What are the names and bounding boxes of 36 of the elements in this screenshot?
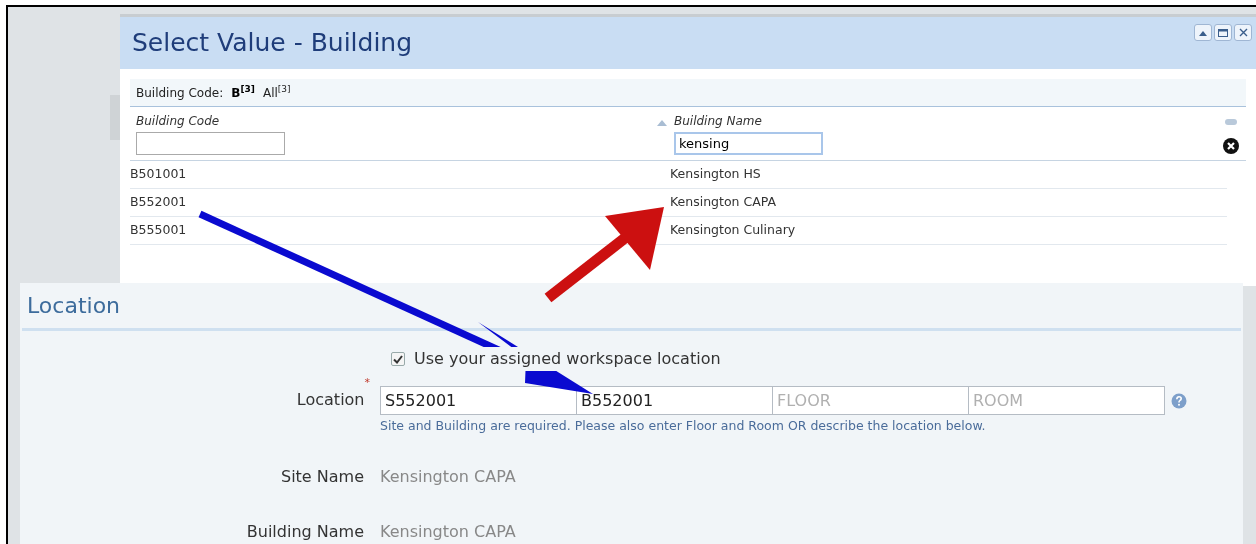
close-button[interactable]	[1234, 24, 1252, 41]
location-input[interactable]: B552001	[576, 386, 773, 415]
table-cell-text: Kensington HS	[669, 165, 762, 184]
maximize-button[interactable]	[1214, 24, 1232, 41]
field-value: Kensington CAPA	[380, 465, 516, 488]
location-input[interactable]: ROOM	[968, 386, 1165, 415]
field-value: Kensington CAPA	[380, 520, 516, 543]
filter-input[interactable]: kensing	[674, 132, 823, 155]
close-icon	[1238, 28, 1248, 37]
window-title: Select Value - Building	[132, 27, 413, 60]
table-cell-text: B552001	[130, 193, 188, 212]
location-input[interactable]: S552001	[380, 386, 577, 415]
section-title: Location	[27, 292, 121, 320]
column-header[interactable]: Building Name	[674, 112, 1216, 128]
field-label: Location	[296, 389, 365, 411]
table-cell-text: B501001	[130, 165, 188, 184]
collapse-button[interactable]	[1194, 24, 1212, 41]
scrollbar-thumb[interactable]	[110, 95, 120, 140]
checkbox-label: Use your assigned workspace location	[414, 347, 721, 371]
field-label: Site Name	[281, 465, 364, 488]
scroll-handle-icon[interactable]	[1225, 119, 1237, 125]
filter-label: Building Code:	[136, 84, 224, 102]
table-cell-text: Kensington CAPA	[669, 193, 778, 212]
table-cell-text: Kensington Culinary	[669, 221, 797, 240]
maximize-icon	[1218, 28, 1228, 37]
filter-input[interactable]	[136, 132, 285, 155]
location-input[interactable]: FLOOR	[772, 386, 969, 415]
filter-link[interactable]: B$^{[3]}$	[231, 83, 255, 102]
hint-text: Site and Building are required. Please also enter Floor and Room OR describe the location below.	[380, 417, 987, 435]
column-header[interactable]: Building Code	[136, 112, 654, 128]
clear-filter-icon[interactable]	[1223, 138, 1239, 154]
table-cell-text: B555001	[130, 221, 188, 240]
checkbox[interactable]	[391, 352, 405, 366]
caret-up-icon	[1199, 29, 1207, 36]
filter-link[interactable]: All$^{[3]}$	[262, 83, 291, 102]
field-label: Building Name	[246, 520, 364, 543]
